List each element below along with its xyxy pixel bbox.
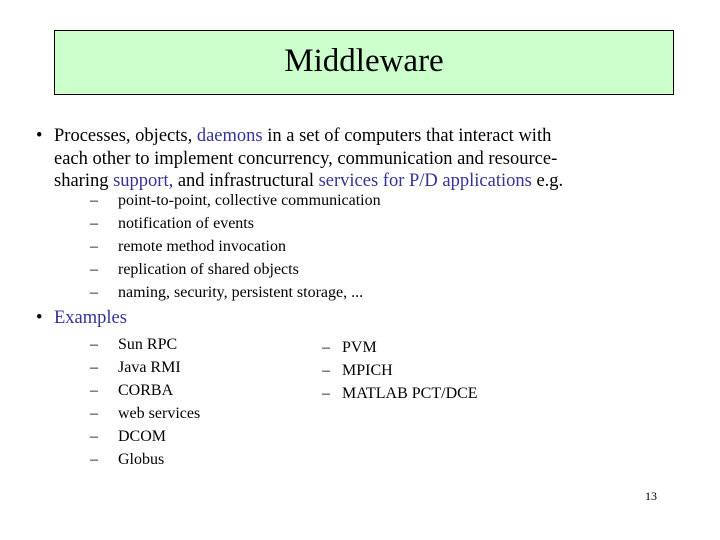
page-number: 13 [645, 489, 657, 503]
dash-marker: – [90, 336, 98, 353]
examples-heading: Examples [54, 308, 127, 328]
highlight-services: services for P/D applications [318, 171, 532, 191]
highlight-support: support, [113, 171, 174, 191]
dash-marker: – [90, 238, 98, 255]
dash-marker: – [322, 362, 330, 379]
dash-marker: – [90, 382, 98, 399]
dash-marker: – [90, 261, 98, 278]
slide-title: Middleware [284, 43, 444, 79]
dash-marker: – [90, 215, 98, 232]
bullet-processes-text: Processes, objects, daemons in a set of … [54, 125, 563, 193]
dash-marker: – [90, 192, 98, 209]
dash-marker: – [90, 359, 98, 376]
dash-marker: – [322, 385, 330, 402]
dash-marker: – [90, 405, 98, 422]
highlight-daemons: daemons [196, 126, 263, 146]
dash-marker: – [90, 451, 98, 468]
dash-marker: – [322, 339, 330, 356]
dash-marker: – [90, 428, 98, 445]
bullet-marker: • [36, 308, 43, 328]
bullet-marker: • [36, 126, 43, 146]
bullet-line-2: each other to implement concurrency, com… [54, 148, 558, 169]
dash-marker: – [90, 284, 98, 301]
bullet-line-1: Processes, objects, daemons in a set of … [54, 126, 552, 146]
slide-title-box: Middleware [54, 30, 674, 95]
